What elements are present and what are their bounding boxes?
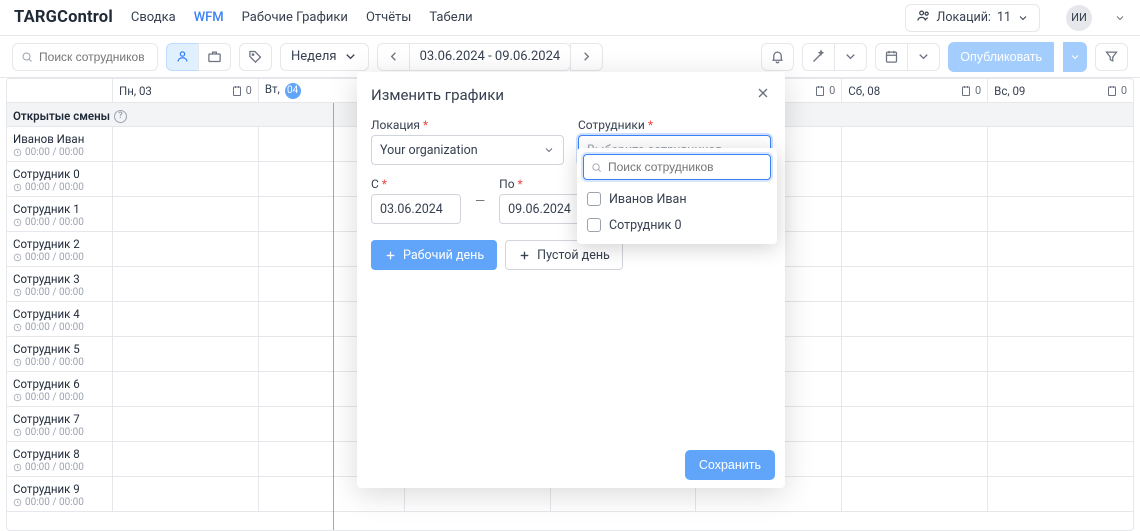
modal-backdrop: Изменить графики Локация * Your organiza… — [0, 0, 1140, 531]
modal-close-button[interactable] — [755, 85, 771, 105]
from-date-value: 03.06.2024 — [380, 202, 443, 217]
dropdown-item-label: Иванов Иван — [609, 192, 687, 207]
plus-icon — [518, 249, 531, 262]
from-label: С — [371, 177, 379, 191]
dropdown-search[interactable] — [583, 154, 771, 180]
emptyday-button[interactable]: Пустой день — [505, 240, 623, 270]
dropdown-item-label: Сотрудник 0 — [609, 218, 682, 233]
modal-title: Изменить графики — [371, 86, 504, 104]
location-field-label: Локация — [371, 118, 420, 132]
close-icon — [755, 85, 771, 101]
to-date-value: 09.06.2024 — [508, 202, 571, 217]
workday-button[interactable]: Рабочий день — [371, 240, 497, 270]
dropdown-item[interactable]: Иванов Иван — [583, 186, 771, 212]
dropdown-search-input[interactable] — [608, 160, 763, 174]
emptyday-label: Пустой день — [537, 248, 610, 263]
search-icon — [591, 161, 602, 174]
save-button[interactable]: Сохранить — [685, 450, 775, 480]
dropdown-item[interactable]: Сотрудник 0 — [583, 212, 771, 238]
workday-label: Рабочий день — [403, 248, 484, 263]
date-separator: — — [475, 194, 485, 219]
to-label: По — [499, 177, 514, 191]
edit-schedules-modal: Изменить графики Локация * Your organiza… — [357, 72, 785, 488]
location-select[interactable]: Your organization — [371, 135, 564, 165]
chevron-down-icon — [543, 144, 555, 156]
from-date-input[interactable]: 03.06.2024 — [371, 194, 461, 224]
employees-dropdown: Иванов Иван Сотрудник 0 — [577, 148, 777, 244]
location-select-value: Your organization — [380, 143, 478, 158]
employees-field-label: Сотрудники — [578, 118, 645, 132]
plus-icon — [384, 249, 397, 262]
checkbox[interactable] — [587, 218, 601, 232]
checkbox[interactable] — [587, 192, 601, 206]
to-date-input[interactable]: 09.06.2024 — [499, 194, 589, 224]
